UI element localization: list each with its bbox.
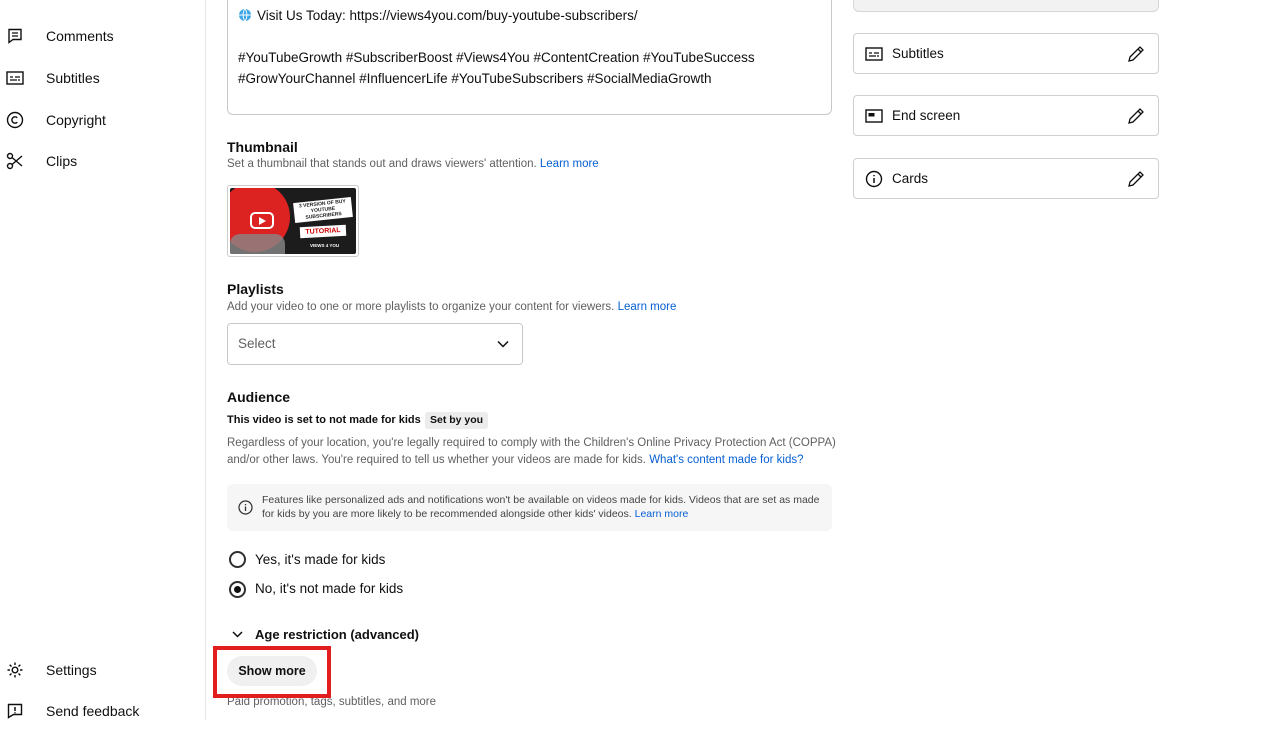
description-tags-line: #YouTubeGrowth #SubscriberBoost #Views4Y… [238, 50, 755, 65]
pencil-icon[interactable] [1126, 44, 1146, 64]
playlists-select[interactable]: Select [227, 323, 523, 365]
cards-card[interactable]: Cards [853, 158, 1159, 199]
scissors-icon [6, 152, 24, 170]
sidebar-item-label: Subtitles [46, 70, 100, 86]
sidebar-item-label: Copyright [46, 112, 106, 128]
radio-made-for-kids-label[interactable]: Yes, it's made for kids [255, 552, 385, 567]
subtitles-icon [864, 45, 884, 63]
copyright-icon [6, 111, 24, 129]
status-badge: Set by you [425, 412, 489, 429]
subtitles-icon [6, 69, 24, 87]
sidebar-item-label: Send feedback [46, 703, 140, 719]
details-form: Visit Us Today: https://views4you.com/bu… [227, 0, 836, 720]
description-field[interactable]: Visit Us Today: https://views4you.com/bu… [227, 0, 832, 115]
thumbnail-subtitle: Set a thumbnail that stands out and draw… [227, 158, 599, 170]
end-screen-card-label: End screen [892, 108, 961, 123]
pencil-icon[interactable] [1126, 106, 1146, 126]
subtitles-card[interactable]: Subtitles [853, 33, 1159, 74]
end-screen-icon [864, 107, 884, 125]
feedback-icon [6, 702, 24, 720]
radio-made-for-kids[interactable] [229, 551, 246, 568]
thumbnail-tutorial-tag: TUTORIAL [299, 224, 347, 239]
radio-not-made-for-kids-label[interactable]: No, it's not made for kids [255, 581, 403, 596]
sidebar-item-label: Settings [46, 662, 97, 678]
chevron-down-icon [231, 628, 244, 646]
info-icon [864, 170, 884, 188]
audience-info-box: Features like personalized ads and notif… [227, 484, 832, 531]
comments-icon [6, 27, 24, 45]
radio-not-made-for-kids[interactable] [229, 581, 246, 598]
audience-status: This video is set to not made for kids [227, 414, 421, 426]
audience-info-text: Features like personalized ads and notif… [262, 494, 820, 520]
left-sidebar: Comments Subtitles Copyright Clips Setti… [0, 0, 206, 720]
description-visit-line: Visit Us Today: https://views4you.com/bu… [238, 8, 638, 25]
show-more-caption: Paid promotion, tags, subtitles, and mor… [227, 696, 437, 708]
cards-card-label: Cards [892, 171, 929, 186]
info-icon [238, 500, 253, 520]
show-more-button[interactable]: Show more [227, 656, 317, 686]
playlists-title: Playlists [227, 281, 284, 297]
thumbnail-hand [230, 234, 285, 254]
globe-icon [238, 8, 252, 25]
playlists-select-value: Select [238, 336, 276, 351]
made-for-kids-link[interactable]: What's content made for kids? [649, 454, 803, 466]
sidebar-item-label: Comments [46, 28, 114, 44]
audience-legal-line2: and/or other laws. You're required to te… [227, 454, 804, 466]
sidebar-item-subtitles[interactable]: Subtitles [0, 58, 205, 98]
gear-icon [6, 661, 24, 679]
youtube-play-icon [250, 212, 274, 229]
sidebar-item-label: Clips [46, 153, 78, 169]
thumbnail-learn-more-link[interactable]: Learn more [540, 158, 599, 170]
thumbnail-title: Thumbnail [227, 139, 298, 155]
playlists-learn-more-link[interactable]: Learn more [618, 301, 677, 313]
sidebar-item-send-feedback[interactable]: Send feedback [0, 691, 205, 731]
thumbnail-option[interactable]: 3 VERSION OF BUY YOUTUBE SUBSCRIBERS TUT… [227, 185, 359, 257]
sidebar-item-clips[interactable]: Clips [0, 141, 205, 181]
audience-legal-line1: Regardless of your location, you're lega… [227, 437, 836, 449]
audience-title: Audience [227, 389, 291, 405]
right-panel-top-card [853, 0, 1159, 12]
thumbnail-image: 3 VERSION OF BUY YOUTUBE SUBSCRIBERS TUT… [230, 188, 356, 254]
playlists-subtitle: Add your video to one or more playlists … [227, 301, 677, 313]
sidebar-item-copyright[interactable]: Copyright [0, 100, 205, 140]
sidebar-item-comments[interactable]: Comments [0, 16, 205, 56]
end-screen-card[interactable]: End screen [853, 95, 1159, 136]
chevron-down-icon [496, 337, 510, 356]
thumbnail-brand: VIEWS 4 YOU [310, 243, 340, 248]
audience-info-learn-more-link[interactable]: Learn more [635, 508, 689, 520]
pencil-icon[interactable] [1126, 169, 1146, 189]
description-tags-line: #GrowYourChannel #InfluencerLife #YouTub… [238, 71, 712, 86]
age-restriction-label: Age restriction (advanced) [255, 627, 419, 642]
subtitles-card-label: Subtitles [892, 46, 944, 61]
sidebar-item-settings[interactable]: Settings [0, 650, 205, 690]
